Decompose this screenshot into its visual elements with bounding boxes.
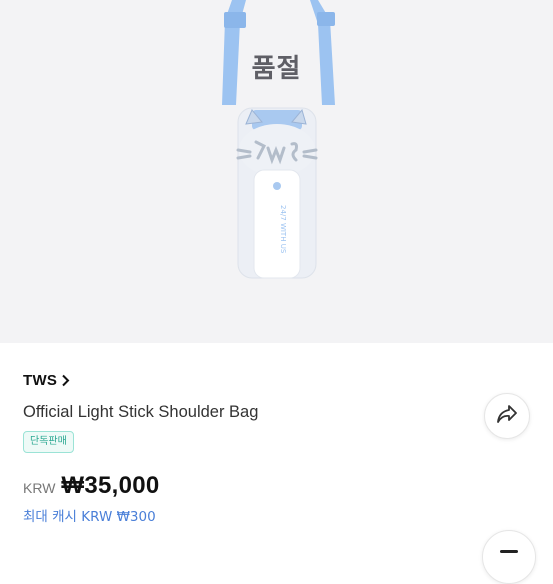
soldout-label: 품절	[251, 54, 302, 84]
stick-print-text: 24/7 WITH US	[279, 205, 287, 254]
exclusive-badge: 단독판매	[23, 431, 74, 453]
brand-name: TWS	[23, 372, 58, 389]
share-icon	[496, 404, 518, 429]
floating-menu-button[interactable]	[482, 530, 536, 584]
chevron-right-icon	[61, 374, 70, 387]
currency-label: KRW	[23, 480, 56, 496]
cash-back-text[interactable]: 최대 캐시 KRW ₩300	[23, 505, 156, 525]
share-button[interactable]	[484, 393, 530, 439]
price-row: KRW ₩35,000	[23, 472, 160, 500]
menu-icon	[500, 550, 518, 553]
product-title: Official Light Stick Shoulder Bag	[23, 403, 259, 421]
brand-link[interactable]: TWS	[23, 372, 70, 389]
product-image[interactable]: 24/7 WITH US 품절	[0, 0, 553, 343]
price-value: ₩35,000	[61, 472, 160, 499]
